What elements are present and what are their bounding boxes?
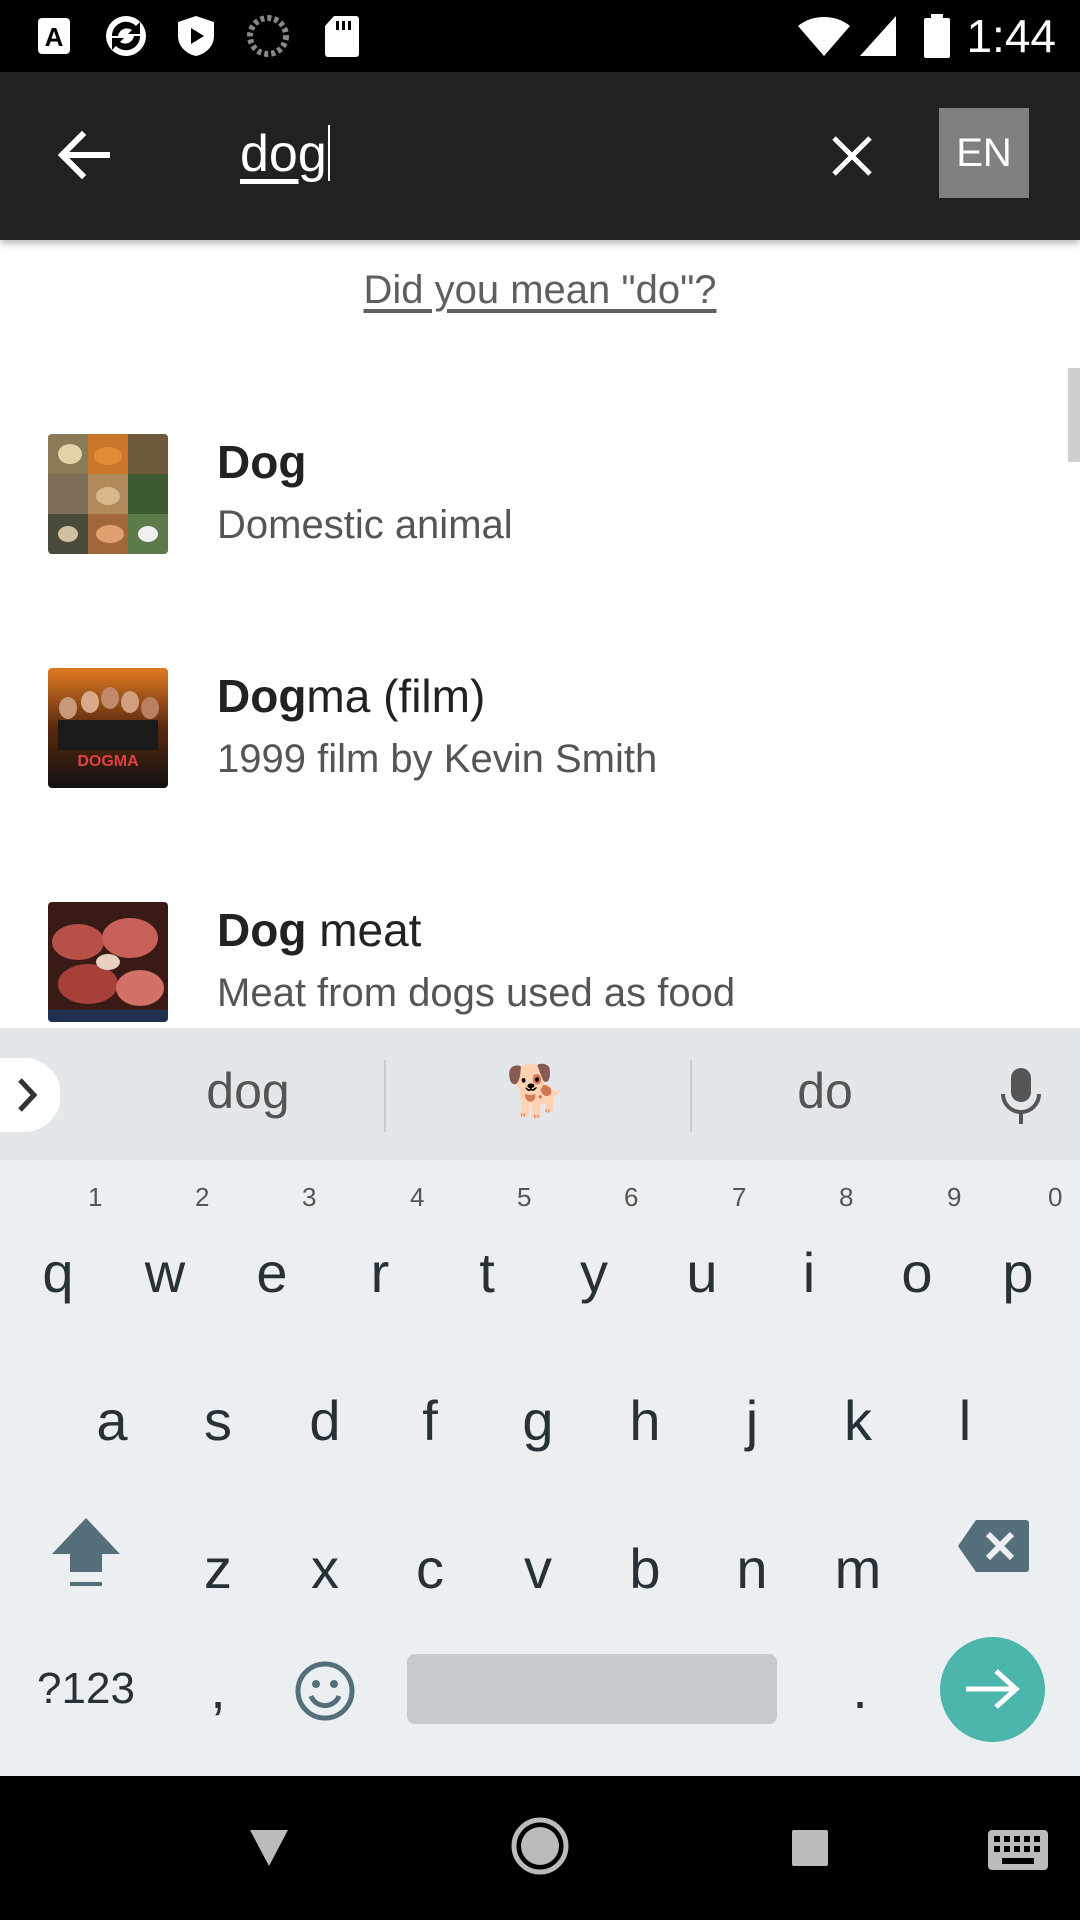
wifi-icon [798, 17, 850, 56]
sync-notification-icon [106, 16, 146, 56]
svg-text:A: A [45, 22, 64, 52]
key-p-number-hint: 0 [1048, 1182, 1063, 1212]
search-input[interactable]: dog [240, 124, 330, 184]
key-q-number-hint: 1 [88, 1182, 103, 1212]
key-n[interactable]: n [702, 1534, 802, 1604]
search-query: dog [240, 125, 327, 183]
suggestion-dog-emoji[interactable]: 🐕 [487, 1062, 587, 1121]
key-t-number-hint: 5 [517, 1182, 532, 1212]
key-g[interactable]: g [488, 1386, 588, 1456]
key-y[interactable]: y [544, 1238, 644, 1308]
suggestion-strip: dog 🐕 do [0, 1028, 1080, 1160]
suggestion-dog[interactable]: dog [148, 1062, 348, 1120]
dog-meat-thumbnail [48, 902, 168, 1022]
arrow-right-icon [966, 1669, 1020, 1709]
key-y-number-hint: 6 [624, 1182, 639, 1212]
suggestion-divider [384, 1060, 386, 1132]
results-scrollbar[interactable] [1068, 368, 1080, 462]
key-m[interactable]: m [808, 1534, 908, 1604]
key-b[interactable]: b [595, 1534, 695, 1604]
key-w[interactable]: w [115, 1238, 215, 1308]
enter-key[interactable] [940, 1637, 1045, 1742]
recents-nav-icon[interactable] [790, 1828, 830, 1868]
keyboard-a-notification-icon: A [38, 18, 70, 54]
result-subtitle: Domestic animal [217, 503, 513, 547]
key-x[interactable]: x [275, 1534, 375, 1604]
key-e[interactable]: e [222, 1238, 322, 1308]
key-o[interactable]: o [867, 1238, 967, 1308]
suggestion-do[interactable]: do [725, 1062, 925, 1120]
suggestion-divider [690, 1060, 692, 1132]
key-s[interactable]: s [168, 1386, 268, 1456]
result-subtitle: 1999 film by Kevin Smith [217, 737, 658, 781]
text-cursor [327, 125, 330, 181]
key-e-number-hint: 3 [302, 1182, 317, 1212]
key-d[interactable]: d [275, 1386, 375, 1456]
language-button[interactable]: EN [939, 108, 1029, 198]
emoji-key-icon[interactable] [294, 1660, 356, 1722]
loading-notification-icon [247, 15, 289, 57]
result-row-dog[interactable]: Dog Domestic animal [0, 434, 1060, 634]
result-title: Dog meat [217, 904, 422, 956]
on-screen-keyboard: dog 🐕 do ?123 , . q 1w 2e 3r 4t 5y 6u 7i 8o 9p 0 as [0, 1028, 1080, 1776]
comma-key[interactable]: , [168, 1654, 268, 1724]
key-f[interactable]: f [380, 1386, 480, 1456]
dogma-poster-thumbnail: DOGMA [48, 668, 168, 788]
key-h[interactable]: h [595, 1386, 695, 1456]
navigation-bar [0, 1776, 1080, 1920]
period-key[interactable]: . [810, 1654, 910, 1724]
clock: 1:44 [966, 10, 1056, 62]
sd-card-notification-icon [325, 16, 359, 57]
svg-text:DOGMA: DOGMA [77, 753, 139, 770]
result-subtitle: Meat from dogs used as food [217, 971, 736, 1015]
key-u-number-hint: 7 [732, 1182, 747, 1212]
status-bar: A 1:44 [0, 0, 1080, 72]
key-o-number-hint: 9 [947, 1182, 962, 1212]
key-v[interactable]: v [488, 1534, 588, 1604]
result-row-dog-meat[interactable]: Dog meat Meat from dogs used as food [0, 902, 1060, 1022]
key-a[interactable]: a [62, 1386, 162, 1456]
back-nav-icon[interactable] [248, 1828, 290, 1868]
search-toolbar: dog EN [0, 72, 1080, 240]
result-title: Dogma (film) [217, 670, 486, 722]
key-u[interactable]: u [652, 1238, 752, 1308]
key-r-number-hint: 4 [410, 1182, 425, 1212]
shift-key-icon[interactable] [50, 1514, 122, 1590]
cell-signal-icon [860, 16, 896, 56]
clear-search-icon[interactable] [830, 134, 874, 178]
did-you-mean-link[interactable]: Did you mean "do"? [0, 268, 1080, 313]
result-row-dogma[interactable]: DOGMA Dogma (film) 1999 film by Kevin Sm… [0, 668, 1060, 868]
key-p[interactable]: p [968, 1238, 1068, 1308]
key-k[interactable]: k [808, 1386, 908, 1456]
key-w-number-hint: 2 [195, 1182, 210, 1212]
space-key[interactable] [407, 1654, 777, 1724]
backspace-key-icon[interactable] [956, 1518, 1030, 1574]
keyboard-switch-icon[interactable] [986, 1828, 1050, 1872]
key-c[interactable]: c [380, 1534, 480, 1604]
expand-toolbar-chevron-icon[interactable] [0, 1058, 60, 1132]
key-l[interactable]: l [915, 1386, 1015, 1456]
key-q[interactable]: q [8, 1238, 108, 1308]
battery-icon [924, 14, 950, 58]
home-nav-icon[interactable] [510, 1816, 570, 1876]
result-title: Dog [217, 436, 307, 488]
key-j[interactable]: j [702, 1386, 802, 1456]
symbols-key[interactable]: ?123 [36, 1654, 136, 1724]
microphone-icon[interactable] [996, 1066, 1046, 1126]
key-i[interactable]: i [759, 1238, 859, 1308]
key-z[interactable]: z [168, 1534, 268, 1604]
key-t[interactable]: t [437, 1238, 537, 1308]
key-r[interactable]: r [330, 1238, 430, 1308]
dog-thumbnail [48, 434, 168, 554]
play-protect-notification-icon [178, 16, 214, 56]
key-i-number-hint: 8 [839, 1182, 854, 1212]
back-arrow-icon[interactable] [56, 130, 110, 180]
